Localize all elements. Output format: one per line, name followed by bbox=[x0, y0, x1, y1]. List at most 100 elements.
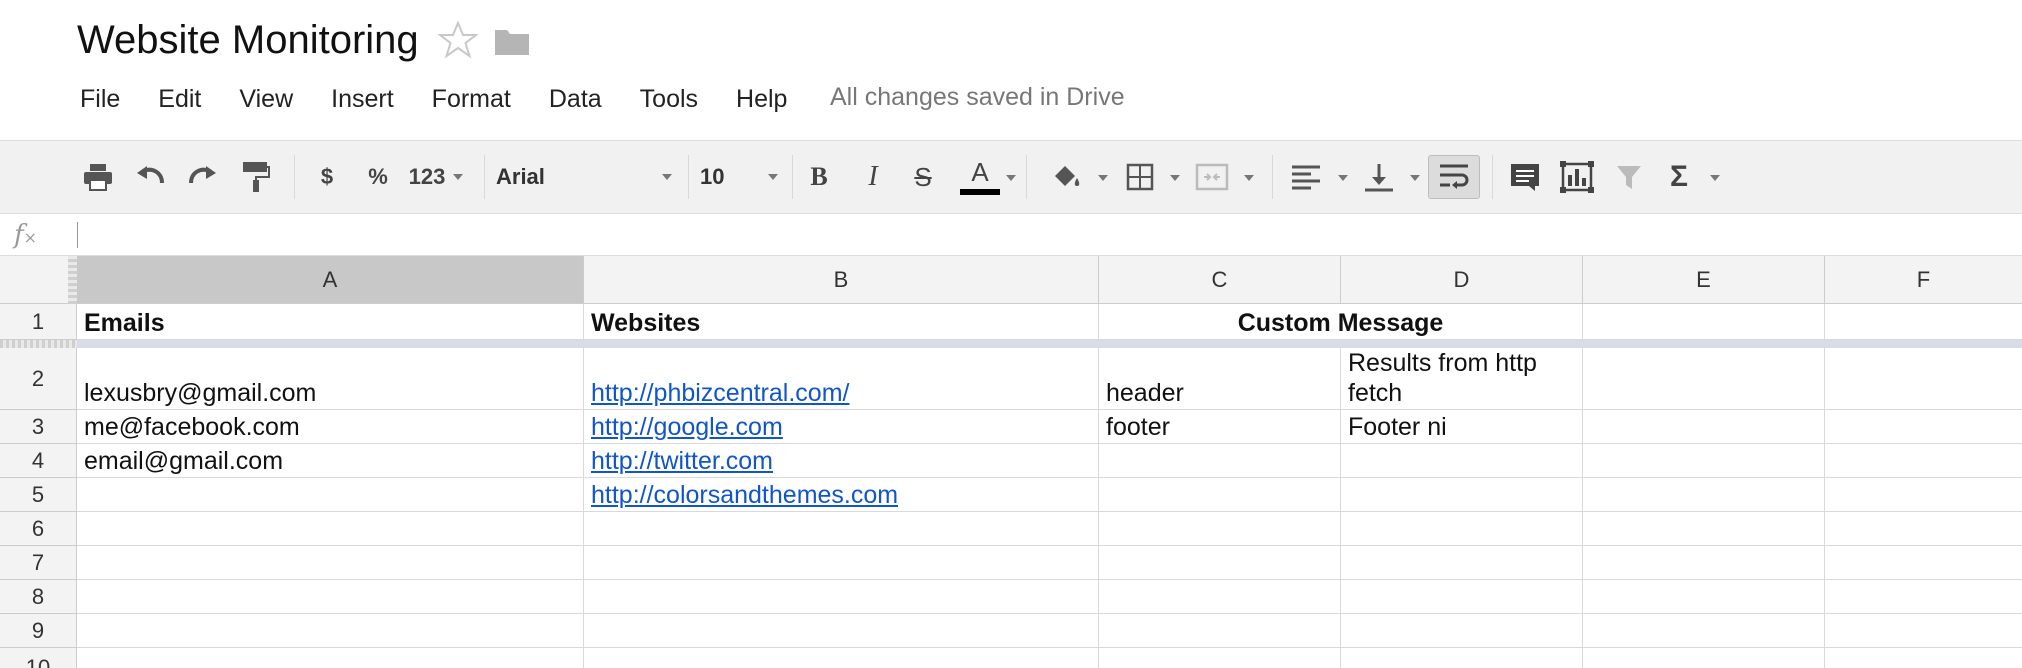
column-freeze-handle[interactable] bbox=[68, 256, 77, 304]
row-header-9[interactable]: 9 bbox=[0, 614, 77, 648]
italic-button[interactable]: I bbox=[858, 155, 888, 199]
cell-f10[interactable] bbox=[1825, 648, 2022, 668]
bold-button[interactable]: B bbox=[804, 155, 834, 199]
row-header-6[interactable]: 6 bbox=[0, 512, 77, 546]
cell-c1-merged[interactable]: Custom Message bbox=[1099, 304, 1583, 340]
text-wrap-icon[interactable] bbox=[1428, 155, 1480, 199]
cell-a10[interactable] bbox=[77, 648, 584, 668]
cell-b2[interactable]: http://phbizcentral.com/ bbox=[584, 348, 1099, 410]
menu-data[interactable]: Data bbox=[549, 85, 602, 114]
formula-input[interactable] bbox=[76, 220, 2006, 250]
cell-b9[interactable] bbox=[584, 614, 1099, 648]
row-header-3[interactable]: 3 bbox=[0, 410, 77, 444]
cell-b6[interactable] bbox=[584, 512, 1099, 546]
cell-b7[interactable] bbox=[584, 546, 1099, 580]
menu-format[interactable]: Format bbox=[432, 85, 511, 114]
select-all-corner[interactable] bbox=[0, 256, 77, 304]
chevron-down-icon[interactable] bbox=[1410, 175, 1420, 181]
cell-e3[interactable] bbox=[1583, 410, 1825, 444]
cell-a3[interactable]: me@facebook.com bbox=[77, 410, 584, 444]
folder-icon[interactable] bbox=[494, 26, 530, 56]
chevron-down-icon[interactable] bbox=[1338, 175, 1348, 181]
cell-f7[interactable] bbox=[1825, 546, 2022, 580]
fill-color-icon[interactable] bbox=[1046, 155, 1086, 199]
merge-cells-icon[interactable] bbox=[1192, 155, 1232, 199]
cell-d8[interactable] bbox=[1341, 580, 1583, 614]
borders-icon[interactable] bbox=[1120, 155, 1160, 199]
cell-b10[interactable] bbox=[584, 648, 1099, 668]
font-size-select[interactable]: 10 bbox=[700, 155, 780, 199]
chevron-down-icon[interactable] bbox=[1098, 175, 1108, 181]
cell-d6[interactable] bbox=[1341, 512, 1583, 546]
cell-d3[interactable]: Footer ni bbox=[1341, 410, 1583, 444]
cell-c2[interactable]: header bbox=[1099, 348, 1341, 410]
row-header-4[interactable]: 4 bbox=[0, 444, 77, 478]
cell-b4[interactable]: http://twitter.com bbox=[584, 444, 1099, 478]
cell-c10[interactable] bbox=[1099, 648, 1341, 668]
cell-c4[interactable] bbox=[1099, 444, 1341, 478]
menu-tools[interactable]: Tools bbox=[640, 85, 698, 114]
cell-d10[interactable] bbox=[1341, 648, 1583, 668]
cell-c9[interactable] bbox=[1099, 614, 1341, 648]
vertical-align-bottom-icon[interactable] bbox=[1360, 155, 1398, 199]
percent-format-button[interactable]: % bbox=[363, 155, 393, 199]
column-header-a[interactable]: A bbox=[77, 256, 584, 304]
cell-a6[interactable] bbox=[77, 512, 584, 546]
cell-e10[interactable] bbox=[1583, 648, 1825, 668]
cell-d4[interactable] bbox=[1341, 444, 1583, 478]
text-color-button[interactable]: A bbox=[952, 155, 1008, 199]
star-icon[interactable] bbox=[437, 20, 479, 60]
cell-e9[interactable] bbox=[1583, 614, 1825, 648]
cell-a1[interactable]: Emails bbox=[77, 304, 584, 340]
menu-edit[interactable]: Edit bbox=[158, 85, 201, 114]
insert-chart-icon[interactable] bbox=[1558, 155, 1596, 199]
paint-format-icon[interactable] bbox=[236, 155, 276, 199]
cell-f5[interactable] bbox=[1825, 478, 2022, 512]
link-b4[interactable]: http://twitter.com bbox=[591, 447, 773, 476]
column-header-c[interactable]: C bbox=[1099, 256, 1341, 304]
cell-b5[interactable]: http://colorsandthemes.com bbox=[584, 478, 1099, 512]
column-header-d[interactable]: D bbox=[1341, 256, 1583, 304]
cell-b1[interactable]: Websites bbox=[584, 304, 1099, 340]
cell-a9[interactable] bbox=[77, 614, 584, 648]
cell-e6[interactable] bbox=[1583, 512, 1825, 546]
strikethrough-button[interactable]: S bbox=[908, 155, 938, 199]
cell-e1[interactable] bbox=[1583, 304, 1825, 340]
row-header-8[interactable]: 8 bbox=[0, 580, 77, 614]
cell-a2[interactable]: lexusbry@gmail.com bbox=[77, 348, 584, 410]
row-header-5[interactable]: 5 bbox=[0, 478, 77, 512]
cell-a5[interactable] bbox=[77, 478, 584, 512]
row-header-10[interactable]: 10 bbox=[0, 648, 77, 668]
cell-f1[interactable] bbox=[1825, 304, 2022, 340]
link-b3[interactable]: http://google.com bbox=[591, 413, 783, 442]
font-family-select[interactable]: Arial bbox=[496, 155, 676, 199]
chevron-down-icon[interactable] bbox=[1006, 175, 1016, 181]
column-header-e[interactable]: E bbox=[1583, 256, 1825, 304]
cell-c3[interactable]: footer bbox=[1099, 410, 1341, 444]
chevron-down-icon[interactable] bbox=[1170, 175, 1180, 181]
cell-e4[interactable] bbox=[1583, 444, 1825, 478]
cell-c7[interactable] bbox=[1099, 546, 1341, 580]
filter-icon[interactable] bbox=[1612, 155, 1646, 199]
row-header-2[interactable]: 2 bbox=[0, 348, 77, 410]
column-header-f[interactable]: F bbox=[1825, 256, 2022, 304]
chevron-down-icon[interactable] bbox=[1710, 175, 1720, 181]
cell-c5[interactable] bbox=[1099, 478, 1341, 512]
undo-icon[interactable] bbox=[130, 155, 170, 199]
document-title[interactable]: Website Monitoring bbox=[77, 18, 419, 63]
cell-f8[interactable] bbox=[1825, 580, 2022, 614]
redo-icon[interactable] bbox=[183, 155, 223, 199]
print-icon[interactable] bbox=[78, 155, 118, 199]
cell-d7[interactable] bbox=[1341, 546, 1583, 580]
cell-b8[interactable] bbox=[584, 580, 1099, 614]
insert-comment-icon[interactable] bbox=[1506, 155, 1544, 199]
row-header-1[interactable]: 1 bbox=[0, 304, 77, 340]
link-b2[interactable]: http://phbizcentral.com/ bbox=[591, 379, 849, 408]
cell-b3[interactable]: http://google.com bbox=[584, 410, 1099, 444]
row-header-7[interactable]: 7 bbox=[0, 546, 77, 580]
more-formats-button[interactable]: 123 bbox=[406, 155, 466, 199]
cell-e2[interactable] bbox=[1583, 348, 1825, 410]
cell-a8[interactable] bbox=[77, 580, 584, 614]
cell-c6[interactable] bbox=[1099, 512, 1341, 546]
cell-f4[interactable] bbox=[1825, 444, 2022, 478]
